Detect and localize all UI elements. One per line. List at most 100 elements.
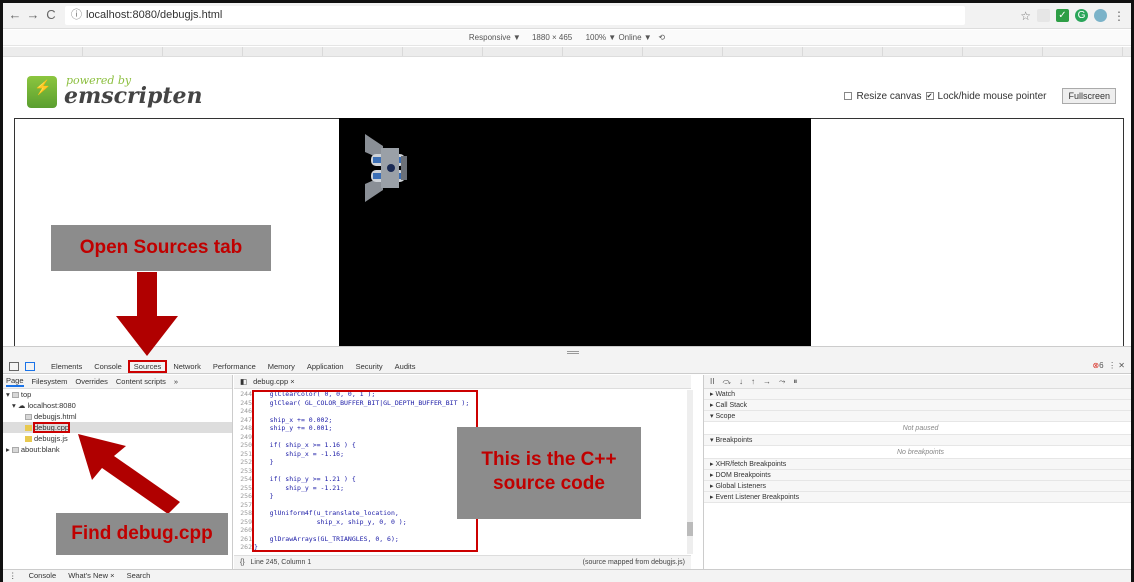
drawer-tab-console[interactable]: Console: [29, 571, 57, 580]
tree-item-host[interactable]: ▾ ☁ localhost:8080: [3, 400, 232, 411]
line-number[interactable]: 262: [234, 543, 252, 552]
step-into-icon[interactable]: ↓: [739, 377, 743, 386]
device-mode-icon[interactable]: [25, 362, 35, 371]
nav-tab-more[interactable]: »: [174, 377, 178, 386]
format-icon[interactable]: {}: [240, 559, 245, 566]
zoom-select[interactable]: 100% ▼: [586, 33, 617, 42]
cloud-icon: ☁: [17, 401, 26, 410]
line-number[interactable]: 252: [234, 458, 252, 467]
line-number[interactable]: 254: [234, 475, 252, 484]
step-out-icon[interactable]: ↑: [751, 377, 755, 386]
source-map-link[interactable]: (source mapped from debugjs.js): [583, 556, 685, 569]
line-number[interactable]: 261: [234, 535, 252, 544]
devtools-right-controls: ⊗6 ⋮ ✕: [1092, 361, 1125, 370]
forward-icon[interactable]: →: [25, 7, 41, 23]
inspect-icon[interactable]: [9, 362, 19, 371]
nav-tab-overrides[interactable]: Overrides: [75, 377, 108, 386]
line-number[interactable]: 260: [234, 526, 252, 535]
check-extension-icon[interactable]: ✓: [1056, 9, 1069, 22]
line-number[interactable]: 255: [234, 484, 252, 493]
line-number[interactable]: 245: [234, 399, 252, 408]
extension-icon[interactable]: [1037, 9, 1050, 22]
tab-network[interactable]: Network: [167, 362, 207, 371]
editor-scrollbar[interactable]: [687, 390, 693, 554]
address-bar[interactable]: ⓘ localhost:8080/debugjs.html: [65, 6, 965, 25]
pause-on-exceptions-icon[interactable]: ⏸: [793, 377, 797, 387]
rotate-icon[interactable]: ⟲: [658, 33, 665, 42]
annotation-cpp-line2: source code: [493, 473, 605, 494]
lock-pointer-checkbox[interactable]: ✔: [925, 92, 934, 100]
scroll-thumb[interactable]: [687, 522, 693, 536]
bookmark-star-icon[interactable]: ☆: [1020, 9, 1031, 23]
tree-item-top[interactable]: ▾ top: [3, 389, 232, 400]
resize-canvas-checkbox[interactable]: [844, 92, 853, 100]
line-number[interactable]: 256: [234, 492, 252, 501]
emscripten-logo-icon: ⚡: [27, 76, 57, 108]
frame-icon: [11, 447, 19, 453]
no-breakpoints-text: No breakpoints: [704, 446, 1131, 459]
drawer-tab-search[interactable]: Search: [127, 571, 151, 580]
pause-icon[interactable]: II: [710, 377, 714, 386]
more-icon[interactable]: ⋮: [1108, 361, 1116, 370]
tab-performance[interactable]: Performance: [207, 362, 262, 371]
line-number[interactable]: 246: [234, 407, 252, 416]
back-icon[interactable]: ←: [7, 7, 23, 23]
call-stack-section[interactable]: ▸ Call Stack: [704, 400, 1131, 411]
close-devtools-icon[interactable]: ✕: [1118, 361, 1125, 370]
height-field[interactable]: 465: [559, 33, 572, 42]
line-number[interactable]: 259: [234, 518, 252, 527]
line-number[interactable]: 251: [234, 450, 252, 459]
line-number[interactable]: 248: [234, 424, 252, 433]
error-count[interactable]: 6: [1099, 361, 1103, 370]
tab-elements[interactable]: Elements: [45, 362, 88, 371]
dom-breakpoints-section[interactable]: ▸ DOM Breakpoints: [704, 470, 1131, 481]
profile-icon[interactable]: [1094, 9, 1107, 22]
resize-canvas-label: Resize canvas: [856, 90, 922, 102]
tab-sources[interactable]: Sources: [127, 360, 168, 373]
tab-application[interactable]: Application: [301, 362, 350, 371]
nav-tab-page[interactable]: Page: [6, 376, 24, 387]
cursor-position: Line 245, Column 1: [250, 559, 312, 566]
editor-tabs: ◧ debug.cpp ×: [234, 375, 691, 389]
tab-console[interactable]: Console: [88, 362, 128, 371]
event-listener-breakpoints-section[interactable]: ▸ Event Listener Breakpoints: [704, 492, 1131, 503]
tree-item-debugjs-html[interactable]: debugjs.html: [3, 411, 232, 422]
menu-icon[interactable]: ⋮: [1113, 9, 1125, 23]
line-number[interactable]: 244: [234, 390, 252, 399]
tab-audits[interactable]: Audits: [389, 362, 422, 371]
grammarly-icon[interactable]: G: [1075, 9, 1088, 22]
line-number[interactable]: 257: [234, 501, 252, 510]
breakpoints-section[interactable]: ▾ Breakpoints: [704, 435, 1131, 446]
line-number[interactable]: 249: [234, 433, 252, 442]
network-select[interactable]: Online ▼: [618, 33, 651, 42]
scope-section[interactable]: ▾ Scope: [704, 411, 1131, 422]
drawer-menu-icon[interactable]: ⋮: [9, 571, 17, 580]
devtools-drawer: ⋮ Console What's New × Search: [3, 569, 1131, 582]
folder-icon: [25, 436, 32, 442]
resize-grip-icon: [567, 351, 579, 354]
line-number[interactable]: 250: [234, 441, 252, 450]
editor-tab-debug-cpp[interactable]: debug.cpp ×: [253, 377, 295, 386]
step-over-icon[interactable]: ⤼: [722, 377, 731, 387]
drawer-tab-whats-new[interactable]: What's New ×: [68, 571, 114, 580]
responsive-select[interactable]: Responsive ▼: [469, 33, 521, 42]
width-field[interactable]: 1880: [532, 33, 550, 42]
spaceship-sprite: [365, 134, 407, 202]
tab-memory[interactable]: Memory: [262, 362, 301, 371]
fullscreen-button[interactable]: Fullscreen: [1062, 88, 1116, 104]
nav-tab-content-scripts[interactable]: Content scripts: [116, 377, 166, 386]
xhr-breakpoints-section[interactable]: ▸ XHR/fetch Breakpoints: [704, 459, 1131, 470]
watch-section[interactable]: ▸ Watch: [704, 389, 1131, 400]
line-number[interactable]: 247: [234, 416, 252, 425]
game-canvas[interactable]: [339, 118, 811, 346]
global-listeners-section[interactable]: ▸ Global Listeners: [704, 481, 1131, 492]
reload-icon[interactable]: C: [43, 7, 59, 23]
nav-tab-filesystem[interactable]: Filesystem: [32, 377, 68, 386]
step-icon[interactable]: →: [763, 377, 771, 386]
toggle-navigator-icon[interactable]: ◧: [240, 377, 247, 386]
line-number[interactable]: 258: [234, 509, 252, 518]
arrow-down-icon: [116, 272, 178, 356]
deactivate-breakpoints-icon[interactable]: ⤳: [779, 377, 785, 387]
tab-security[interactable]: Security: [350, 362, 389, 371]
line-number[interactable]: 253: [234, 467, 252, 476]
